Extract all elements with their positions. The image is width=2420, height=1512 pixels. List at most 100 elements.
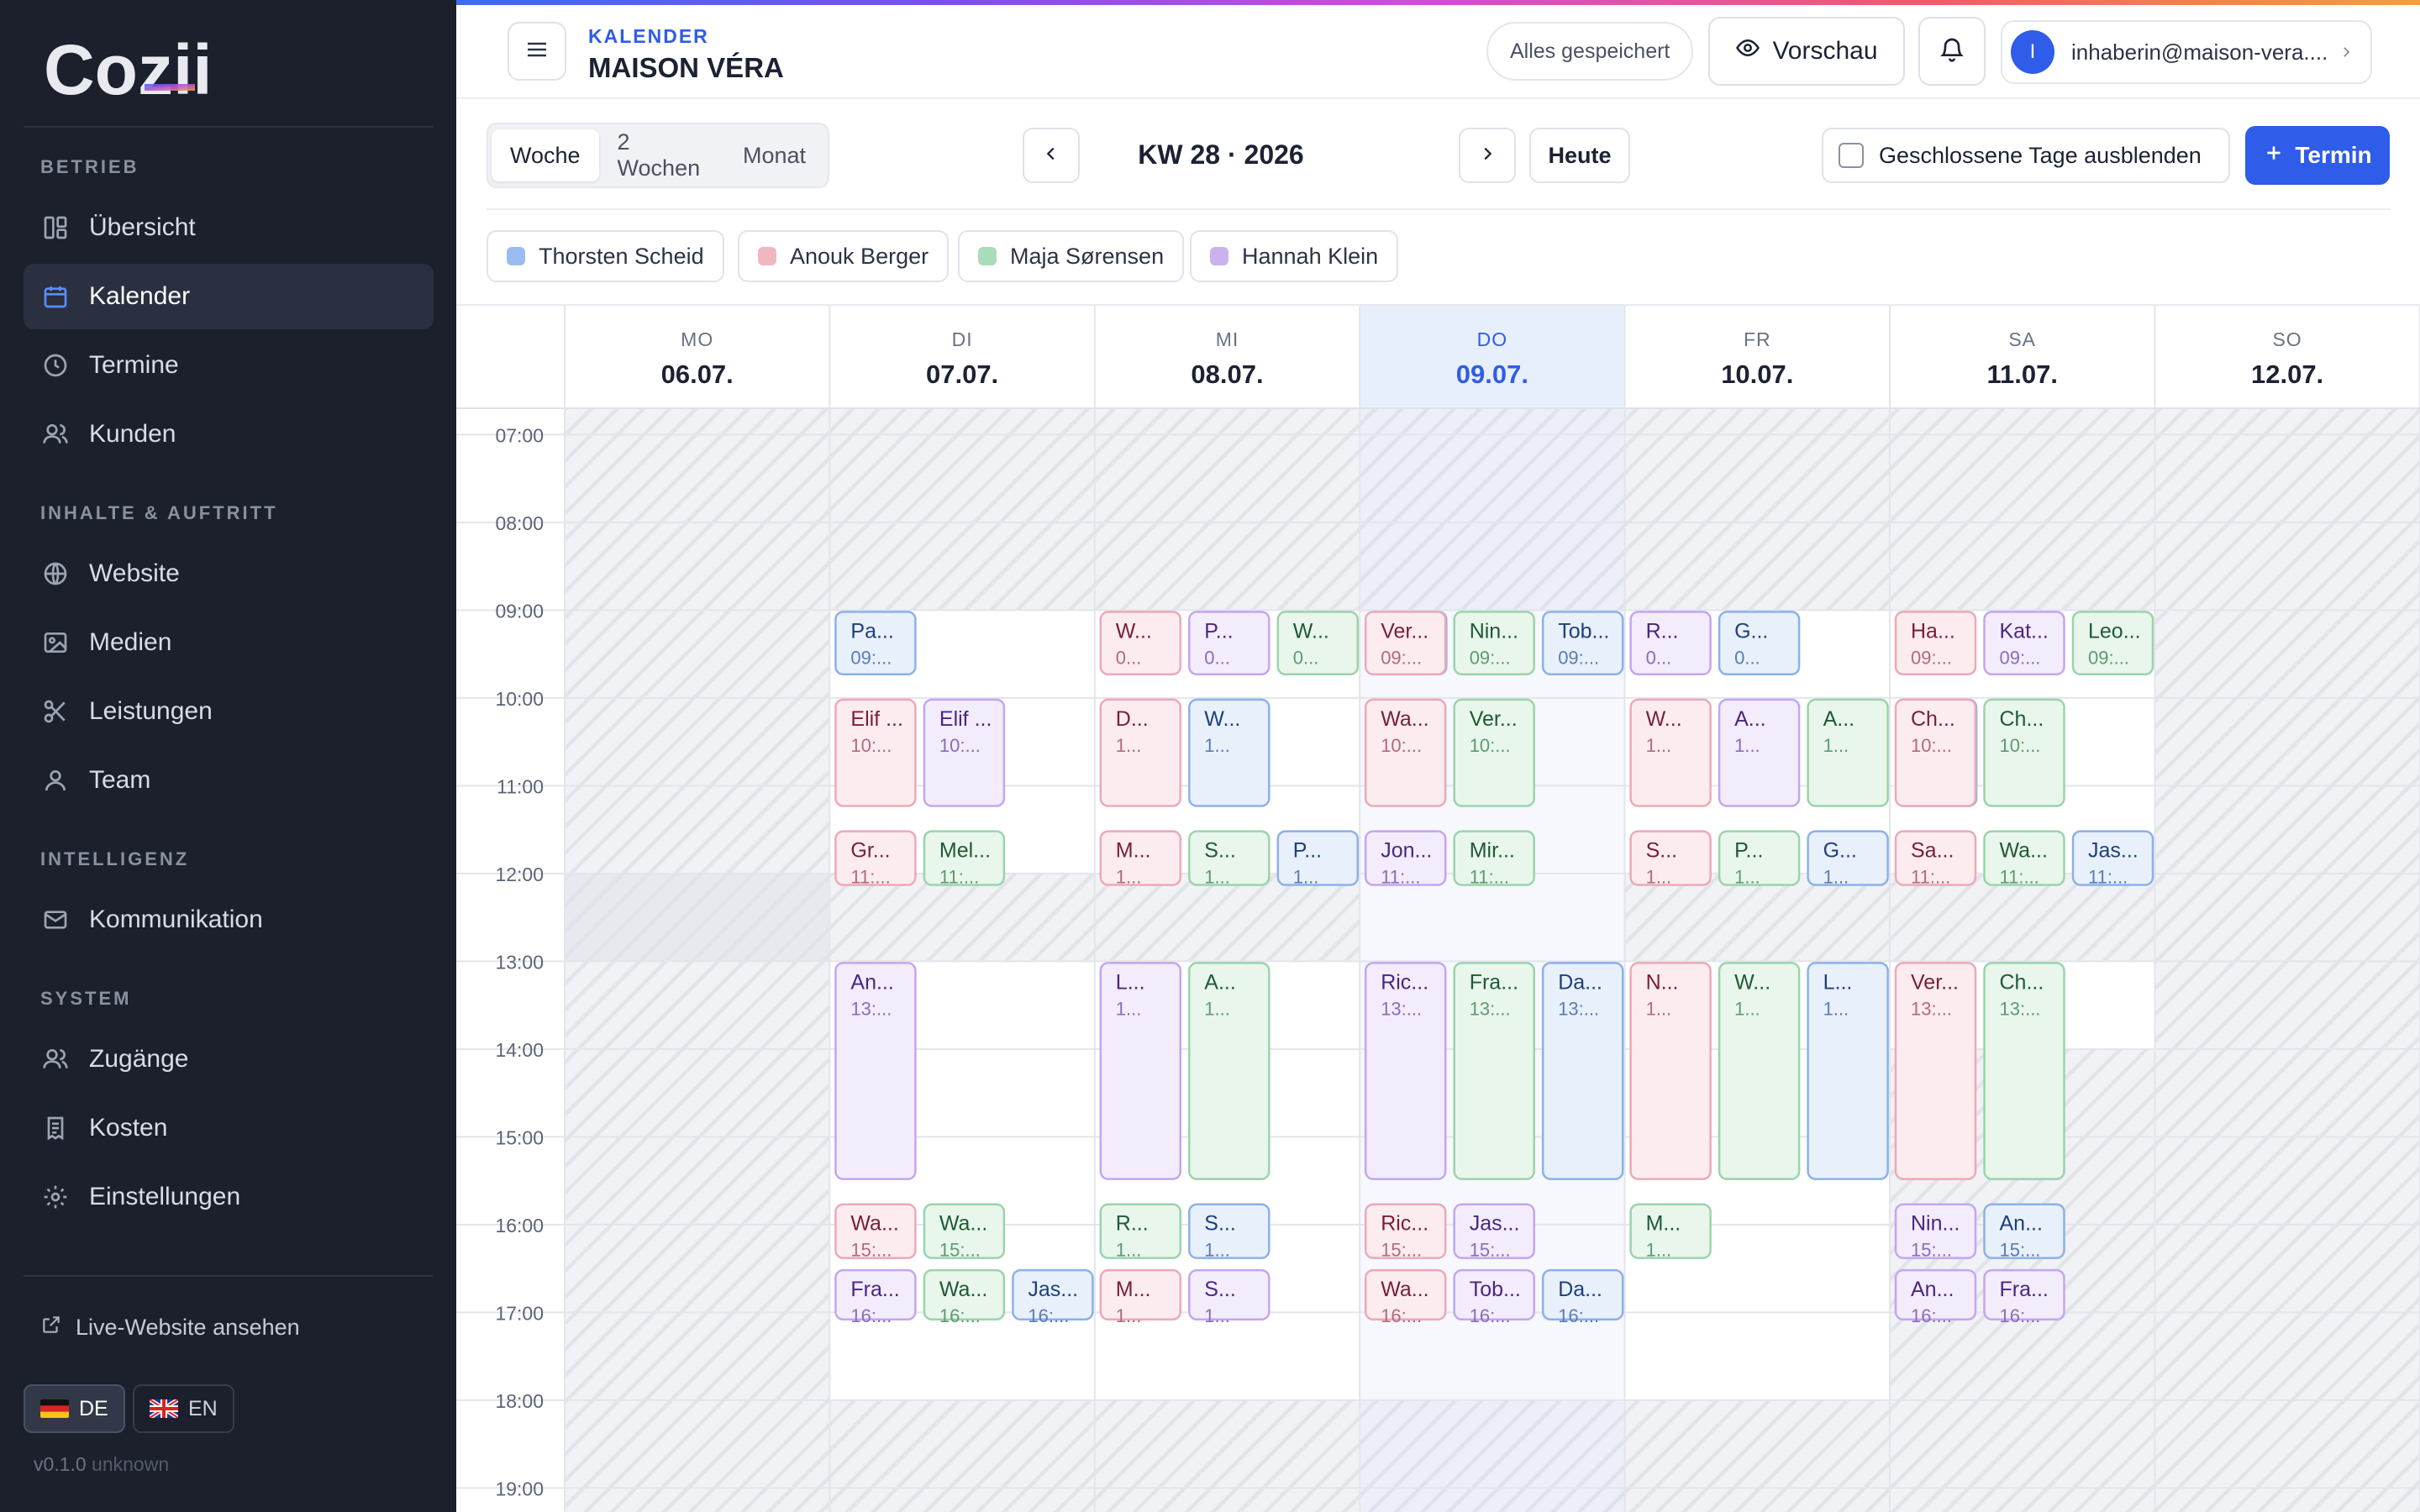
appointment-title: Ric... xyxy=(1381,970,1428,994)
sidebar-section-label: INHALTE & AUFTRITT xyxy=(40,502,278,523)
appointment-title: R... xyxy=(1116,1212,1149,1236)
appointment-card[interactable] xyxy=(1453,962,1535,1180)
today-button[interactable]: Heute xyxy=(1529,128,1630,183)
user-menu[interactable]: I inhaberin@maison-vera.... xyxy=(2001,20,2372,84)
appointment-title: Ch... xyxy=(1911,707,1955,731)
hour-label: 12:00 xyxy=(495,864,544,885)
appointment-title: L... xyxy=(1116,970,1145,994)
preview-button[interactable]: Vorschau xyxy=(1708,17,1905,86)
hour-label: 18:00 xyxy=(495,1390,544,1412)
appointment-time: 09:... xyxy=(850,647,892,668)
sidebar-item-kosten[interactable]: Kosten xyxy=(24,1095,434,1161)
appointment-time: 1... xyxy=(1823,735,1849,756)
staff-filter-chip[interactable]: Maja Sørensen xyxy=(958,230,1185,282)
appointment-title: Fra... xyxy=(1470,970,1518,994)
new-appointment-button[interactable]: Termin xyxy=(2245,126,2390,185)
day-date-label[interactable]: 12.07. xyxy=(2251,360,2323,389)
appointment-title: Ver... xyxy=(1911,970,1959,994)
view-month-tab[interactable]: Monat xyxy=(724,129,824,181)
appointment-title: Da... xyxy=(1558,1278,1602,1301)
sidebar-item-termine[interactable]: Termine xyxy=(24,333,434,398)
week-calendar: 07:00 08:00 09:00 10:00 11:00 12:00 13:00 14:00… xyxy=(456,306,2420,1512)
view-2weeks-tab[interactable]: 2 Wochen xyxy=(599,129,724,181)
appointment-card[interactable] xyxy=(1099,962,1182,1180)
day-date-label[interactable]: 08.07. xyxy=(1191,360,1263,389)
image-icon xyxy=(40,627,71,658)
sidebar-item-kalender[interactable]: Kalender xyxy=(24,264,434,329)
sidebar-item-einstellungen[interactable]: Einstellungen xyxy=(24,1164,434,1230)
language-de-button[interactable]: DE xyxy=(24,1384,125,1433)
sidebar-item-medien[interactable]: Medien xyxy=(24,610,434,675)
previous-week-button[interactable] xyxy=(1023,128,1080,183)
appointment-card[interactable] xyxy=(1983,962,2065,1180)
menu-button[interactable] xyxy=(508,22,566,81)
language-en-button[interactable]: EN xyxy=(133,1384,234,1433)
appointment-title: Sa... xyxy=(1911,839,1954,863)
chevron-left-icon xyxy=(1042,144,1060,167)
hour-label: 07:00 xyxy=(495,424,544,446)
staff-filter-chip[interactable]: Anouk Berger xyxy=(738,230,950,282)
appointment-title: Ch... xyxy=(2000,707,2044,731)
preview-label: Vorschau xyxy=(1772,37,1878,65)
staff-color-dot xyxy=(507,247,525,265)
closed-time-block xyxy=(2154,408,2420,1512)
appointment-card[interactable] xyxy=(1807,962,1889,1180)
save-status-label: Alles gespeichert xyxy=(1510,39,1670,63)
sidebar-section-label: SYSTEM xyxy=(40,988,132,1009)
appointment-time: 1... xyxy=(1646,1240,1672,1261)
appointment-title: S... xyxy=(1204,839,1236,863)
sidebar-item-website[interactable]: Website xyxy=(24,541,434,606)
sidebar-divider xyxy=(24,126,433,128)
sidebar-item-kommunikation[interactable]: Kommunikation xyxy=(24,887,434,953)
appointment-time: 1... xyxy=(1116,998,1142,1019)
appointment-time: 11:... xyxy=(850,867,890,888)
appointment-card[interactable] xyxy=(1629,962,1712,1180)
hour-label: 19:00 xyxy=(495,1478,544,1499)
cozii-logo[interactable]: Cozii xyxy=(44,34,229,109)
day-of-week-label: MO xyxy=(681,328,713,350)
appointment-title: Jas... xyxy=(1470,1212,1520,1236)
sidebar-item-leistungen[interactable]: Leistungen xyxy=(24,679,434,744)
sidebar-item-zugänge[interactable]: Zugänge xyxy=(24,1026,434,1092)
breadcrumb-section: KALENDER xyxy=(588,25,709,47)
day-date-label[interactable]: 10.07. xyxy=(1721,360,1793,389)
appointment-time: 10:... xyxy=(1381,735,1422,756)
appointment-time: 13:... xyxy=(1470,998,1511,1019)
sidebar-item-label: Leistungen xyxy=(89,697,213,725)
sidebar-item-kunden[interactable]: Kunden xyxy=(24,402,434,467)
day-date-label[interactable]: 09.07. xyxy=(1456,360,1528,389)
appointment-time: 15:... xyxy=(1470,1240,1511,1261)
view-week-tab[interactable]: Woche xyxy=(492,129,599,181)
appointment-card[interactable] xyxy=(1188,962,1270,1180)
appointment-card[interactable] xyxy=(1541,962,1624,1180)
plus-icon xyxy=(2263,142,2295,170)
live-website-link[interactable]: Live-Website ansehen xyxy=(40,1314,300,1341)
next-week-button[interactable] xyxy=(1459,128,1516,183)
appointment-time: 11:... xyxy=(2088,867,2128,888)
appointment-card[interactable] xyxy=(1894,962,1977,1180)
break-block xyxy=(565,873,830,962)
sidebar-item-übersicht[interactable]: Übersicht xyxy=(24,195,434,260)
appointment-time: 1... xyxy=(1204,1240,1230,1261)
appointment-card[interactable] xyxy=(1718,962,1801,1180)
staff-filter-chip[interactable]: Hannah Klein xyxy=(1190,230,1399,282)
appointment-time: 0... xyxy=(1293,647,1319,668)
appointment-time: 16:... xyxy=(850,1305,892,1326)
day-of-week-label: SO xyxy=(2272,328,2302,350)
day-date-label[interactable]: 07.07. xyxy=(926,360,998,389)
day-date-label[interactable]: 11.07. xyxy=(1986,360,2057,389)
day-date-label[interactable]: 06.07. xyxy=(661,360,734,389)
appointment-time: 1... xyxy=(1204,1305,1230,1326)
appointment-card[interactable] xyxy=(1364,962,1447,1180)
sidebar-item-label: Termine xyxy=(89,351,179,379)
appointment-card[interactable] xyxy=(834,962,917,1180)
week-label: KW 28 · 2026 xyxy=(1138,139,1304,170)
hide-closed-checkbox[interactable] xyxy=(1839,143,1864,168)
hide-closed-days-toggle[interactable]: Geschlossene Tage ausblenden xyxy=(1822,128,2230,183)
appointment-title: S... xyxy=(1204,1278,1236,1301)
sidebar-item-team[interactable]: Team xyxy=(24,748,434,813)
staff-filter-chip[interactable]: Thorsten Scheid xyxy=(487,230,724,282)
notifications-button[interactable] xyxy=(1918,17,1986,86)
day-of-week-label: SA xyxy=(2008,328,2036,350)
calendar-grid: 07:00 08:00 09:00 10:00 11:00 12:00 13:00 14:00… xyxy=(456,306,2420,1512)
